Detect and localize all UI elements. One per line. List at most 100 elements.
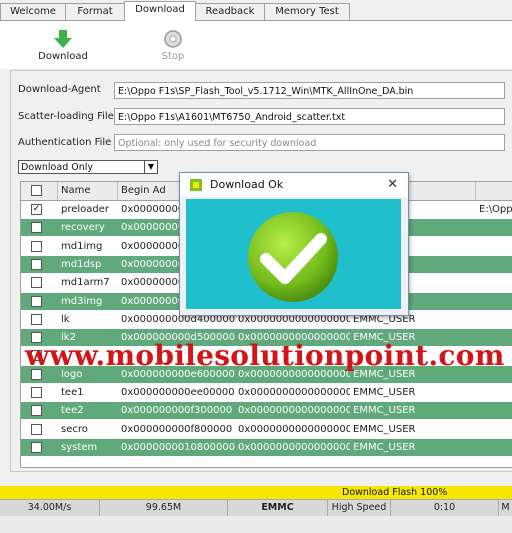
cell-end: 0x0000000000000000 — [238, 387, 350, 398]
dialog-title-bar: Download Ok ✕ — [180, 173, 408, 197]
table-row[interactable]: tee2 0x000000000f300000 0x0000000000000000… — [21, 402, 512, 421]
cell-name: tee1 — [61, 387, 84, 398]
table-row[interactable]: tee1 0x000000000ee00000 0x0000000000000000… — [21, 384, 512, 402]
progress-message: Download Flash 100% — [342, 487, 448, 498]
row-checkbox-cell — [21, 256, 58, 274]
row-checkbox-cell — [21, 384, 58, 402]
dialog-title: Download Ok — [210, 178, 284, 191]
cell-begin: 0x000000000f300000 — [121, 405, 233, 417]
row-checkbox-cell — [21, 219, 58, 237]
row-checkbox[interactable]: ✓ — [31, 204, 42, 215]
cell-location: E:\Oppo — [479, 204, 512, 215]
dialog-body — [186, 199, 401, 309]
row-checkbox[interactable] — [31, 222, 42, 234]
cell-begin: 0x000000000ee00000 — [121, 387, 235, 398]
cell-name: secro — [61, 423, 88, 435]
scatter-file-field[interactable]: E:\Oppo F1s\A1601\MT6750_Android_scatter… — [114, 108, 505, 125]
row-checkbox[interactable] — [31, 405, 42, 417]
cell-name: md1arm7 — [61, 277, 110, 289]
header-name[interactable]: Name — [58, 182, 118, 200]
row-checkbox[interactable] — [31, 441, 42, 453]
table-row[interactable]: secro 0x000000000f800000 0x000000000000000… — [21, 420, 512, 439]
stop-icon — [164, 30, 182, 48]
download-arrow-icon — [54, 30, 72, 48]
watermark-text: www.mobilesolutionpoint.com — [25, 339, 505, 372]
row-checkbox[interactable] — [31, 423, 42, 435]
select-all-checkbox[interactable] — [31, 185, 42, 196]
cell-name: lk — [61, 313, 70, 325]
cell-location — [476, 256, 512, 274]
row-checkbox-cell: ✓ — [21, 201, 58, 219]
cell-location — [476, 402, 512, 420]
tab-bar: Welcome Format Download Readback Memory … — [0, 0, 512, 22]
row-checkbox-cell — [21, 402, 58, 420]
authentication-file-label: Authentication File — [18, 137, 112, 148]
status-speed: 34.00M/s — [0, 500, 100, 516]
window-bottom — [0, 516, 512, 533]
download-mode-value: Download Only — [21, 162, 94, 173]
row-checkbox[interactable] — [31, 277, 42, 289]
row-checkbox[interactable] — [31, 258, 42, 270]
row-checkbox-cell — [21, 421, 58, 439]
download-mode-select[interactable]: Download Only ▼ — [18, 160, 158, 174]
header-location[interactable] — [476, 182, 512, 200]
cell-end: 0x0000000000000000 — [238, 405, 350, 417]
authentication-file-field[interactable]: Optional: only used for security downloa… — [114, 134, 505, 151]
cell-name: md1img — [61, 240, 103, 252]
table-row[interactable]: system 0x0000000010800000 0x00000000000000… — [21, 438, 512, 457]
row-checkbox-cell — [21, 293, 58, 311]
select-all-cell — [21, 182, 58, 200]
row-checkbox[interactable] — [31, 313, 42, 325]
status-size: 99.65M — [100, 500, 228, 516]
close-icon[interactable]: ✕ — [387, 173, 398, 197]
stop-button[interactable]: Stop — [148, 29, 198, 62]
progress-bar: Download Flash 100% — [0, 486, 512, 499]
cell-name: md1dsp — [61, 258, 102, 270]
tab-format[interactable]: Format — [65, 3, 125, 20]
status-bar: 34.00M/s 99.65M EMMC High Speed 0:10 M — [0, 499, 512, 516]
download-ok-dialog: Download Ok ✕ — [179, 172, 409, 316]
cell-end: 0x0000000000000000 — [238, 423, 350, 435]
scatter-file-label: Scatter-loading File — [18, 111, 114, 122]
tab-download[interactable]: Download — [124, 1, 196, 22]
toolbar: Download Stop — [0, 21, 512, 69]
row-checkbox[interactable] — [31, 387, 42, 398]
cell-name: system — [61, 441, 98, 453]
row-checkbox-cell — [21, 238, 58, 256]
row-checkbox-cell — [21, 311, 58, 329]
status-time: 0:10 — [391, 500, 499, 516]
row-checkbox[interactable] — [31, 240, 42, 252]
stop-button-label: Stop — [161, 51, 185, 62]
cell-location — [476, 293, 512, 311]
tab-memory-test[interactable]: Memory Test — [264, 3, 350, 20]
row-checkbox-cell — [21, 274, 58, 292]
status-extra: M — [501, 502, 510, 513]
row-checkbox[interactable] — [31, 295, 42, 307]
status-storage-type: EMMC — [228, 500, 328, 516]
cell-region: EMMC_USER — [353, 387, 416, 398]
cell-begin: 0x000000000f800000 — [121, 423, 233, 435]
cell-location — [476, 238, 512, 256]
cell-location — [476, 421, 512, 439]
app-icon — [190, 179, 202, 191]
download-button[interactable]: Download — [38, 29, 88, 62]
cell-region: EMMC_USER — [353, 423, 416, 435]
chevron-down-icon: ▼ — [144, 161, 157, 173]
cell-region: EMMC_USER — [353, 405, 416, 417]
cell-region: EMMC_USER — [353, 441, 416, 453]
cell-location — [476, 274, 512, 292]
tab-welcome[interactable]: Welcome — [0, 3, 66, 20]
cell-location — [476, 219, 512, 237]
cell-end: 0x0000000000000000 — [238, 441, 350, 453]
cell-location — [476, 384, 512, 402]
cell-name: tee2 — [61, 405, 84, 417]
status-usb-speed: High Speed — [328, 500, 391, 516]
row-checkbox-cell — [21, 439, 58, 457]
download-button-label: Download — [38, 51, 88, 62]
cell-location — [476, 439, 512, 457]
cell-name: recovery — [61, 222, 105, 234]
tab-readback[interactable]: Readback — [195, 3, 265, 20]
download-agent-field[interactable]: E:\Oppo F1s\SP_Flash_Tool_v5.1712_Win\MT… — [114, 82, 505, 99]
download-agent-label: Download-Agent — [18, 84, 101, 95]
cell-name: md3img — [61, 295, 103, 307]
